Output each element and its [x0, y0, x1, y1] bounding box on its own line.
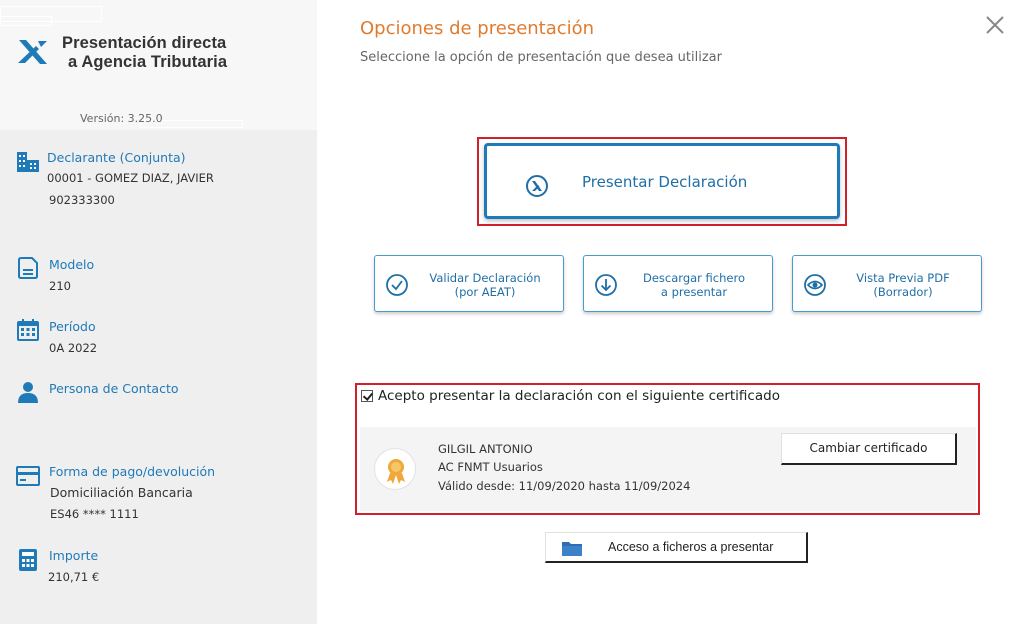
certificate-validity: Válido desde: 11/09/2020 hasta 11/09/202…	[438, 479, 691, 493]
modelo-value: 210	[49, 279, 71, 293]
certificate-issuer: AC FNMT Usuarios	[438, 460, 543, 474]
presentar-declaracion-button[interactable]: Presentar Declaración	[484, 143, 840, 219]
eye-icon	[804, 274, 826, 296]
building-icon	[17, 152, 39, 172]
certificate-holder: GILGIL ANTONIO	[438, 442, 533, 456]
card-icon	[16, 466, 40, 486]
importe-value: 210,71 €	[48, 570, 100, 584]
vista-previa-pdf-button[interactable]: Vista Previa PDF (Borrador)	[792, 255, 982, 312]
folder-icon	[562, 542, 582, 556]
pago-label: Forma de pago/devolución	[49, 464, 216, 479]
accept-certificate-row: Acepto presentar la declaración con el s…	[361, 388, 780, 404]
sidebar: Presentación directa a Agencia Tributari…	[0, 0, 317, 624]
change-certificate-button[interactable]: Cambiar certificado	[781, 433, 957, 465]
descargar-fichero-label: Descargar fichero a presentar	[622, 271, 766, 299]
validar-line1: Validar Declaración	[429, 271, 541, 285]
accept-checkbox[interactable]	[361, 390, 373, 402]
importe-label: Importe	[49, 548, 99, 563]
award-icon	[387, 459, 405, 484]
modelo-label: Modelo	[49, 257, 95, 272]
app-title-line2: a Agencia Tributaria	[68, 53, 228, 71]
download-icon	[595, 274, 617, 296]
validar-line2: (por AEAT)	[454, 285, 516, 299]
calendar-icon	[17, 319, 39, 341]
page-subtitle: Seleccione la opción de presentación que…	[360, 50, 722, 65]
files-access-button[interactable]: Acceso a ficheros a presentar	[545, 532, 808, 563]
person-icon	[18, 382, 38, 403]
agencia-logo-icon	[526, 175, 548, 197]
vista-line2: (Borrador)	[873, 285, 933, 299]
files-access-label: Acceso a ficheros a presentar	[608, 540, 774, 554]
calculator-icon	[19, 549, 37, 571]
declarante-label: Declarante (Conjunta)	[47, 150, 186, 165]
document-icon	[18, 257, 38, 279]
periodo-label: Período	[49, 319, 96, 334]
declarante-id: 902333300	[49, 193, 115, 207]
descargar-fichero-button[interactable]: Descargar fichero a presentar	[583, 255, 773, 312]
vista-line1: Vista Previa PDF	[856, 271, 950, 285]
app-title-line1: Presentación directa	[62, 34, 227, 52]
contacto-label: Persona de Contacto	[49, 381, 179, 396]
descargar-line2: a presentar	[660, 285, 728, 299]
validar-declaracion-button[interactable]: Validar Declaración (por AEAT)	[374, 255, 564, 312]
version-label: Versión: 3.25.0	[80, 112, 163, 125]
certificate-medal-icon	[374, 448, 416, 490]
descargar-line1: Descargar fichero	[643, 271, 745, 285]
presentation-window: Presentación directa a Agencia Tributari…	[0, 0, 1019, 624]
declarante-name: 00001 - GOMEZ DIAZ, JAVIER	[47, 171, 214, 185]
periodo-value: 0A 2022	[49, 341, 98, 355]
decorative-bar	[0, 16, 52, 26]
agencia-tributaria-logo	[18, 40, 47, 64]
close-icon[interactable]	[984, 14, 1006, 36]
certificate-panel: GILGIL ANTONIO AC FNMT Usuarios Válido d…	[360, 427, 976, 511]
pago-method: Domiciliación Bancaria	[50, 485, 193, 500]
check-circle-icon	[386, 274, 408, 296]
page-title: Opciones de presentación	[360, 18, 595, 39]
validar-declaracion-label: Validar Declaración (por AEAT)	[413, 271, 557, 299]
pago-iban: ES46 **** 1111	[50, 507, 139, 521]
accept-label: Acepto presentar la declaración con el s…	[378, 388, 780, 404]
presentar-declaracion-label: Presentar Declaración	[582, 173, 748, 191]
vista-previa-label: Vista Previa PDF (Borrador)	[831, 271, 975, 299]
